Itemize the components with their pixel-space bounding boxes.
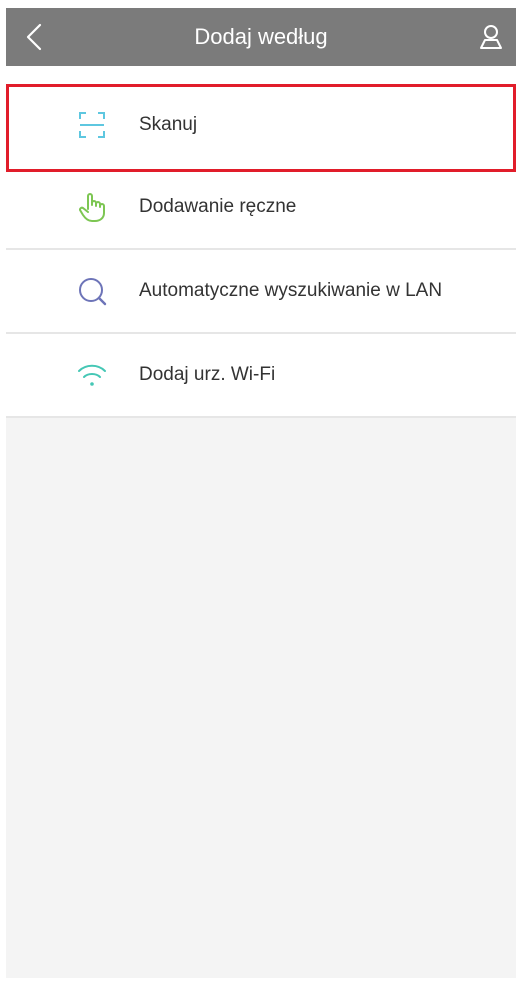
hand-pointer-icon [79,193,105,222]
search-icon [79,278,107,306]
chevron-left-icon[interactable] [18,20,52,54]
user-icon[interactable] [476,22,506,52]
menu-item-label: Automatyczne wyszukiwanie w LAN [139,280,443,301]
menu-item-wifi-device[interactable]: Dodaj urz. Wi-Fi [6,334,516,418]
wifi-icon [78,364,106,386]
menu-item-label: Dodaj urz. Wi-Fi [139,364,276,385]
menu-item-scan[interactable]: Skanuj [6,84,516,166]
menu-item-label: Skanuj [139,114,198,135]
top-spacer [6,66,516,84]
scan-icon [79,112,105,138]
top-bar: Dodaj według [6,8,516,66]
app-screen: Dodaj według Skanuj Dodawanie ręczne Aut… [6,8,516,978]
page-title: Dodaj według [194,24,328,49]
add-method-list: Skanuj Dodawanie ręczne Automatyczne wys… [6,84,516,418]
menu-item-label: Dodawanie ręczne [139,196,297,217]
menu-item-lan-search[interactable]: Automatyczne wyszukiwanie w LAN [6,250,516,334]
menu-item-manual-add[interactable]: Dodawanie ręczne [6,166,516,250]
